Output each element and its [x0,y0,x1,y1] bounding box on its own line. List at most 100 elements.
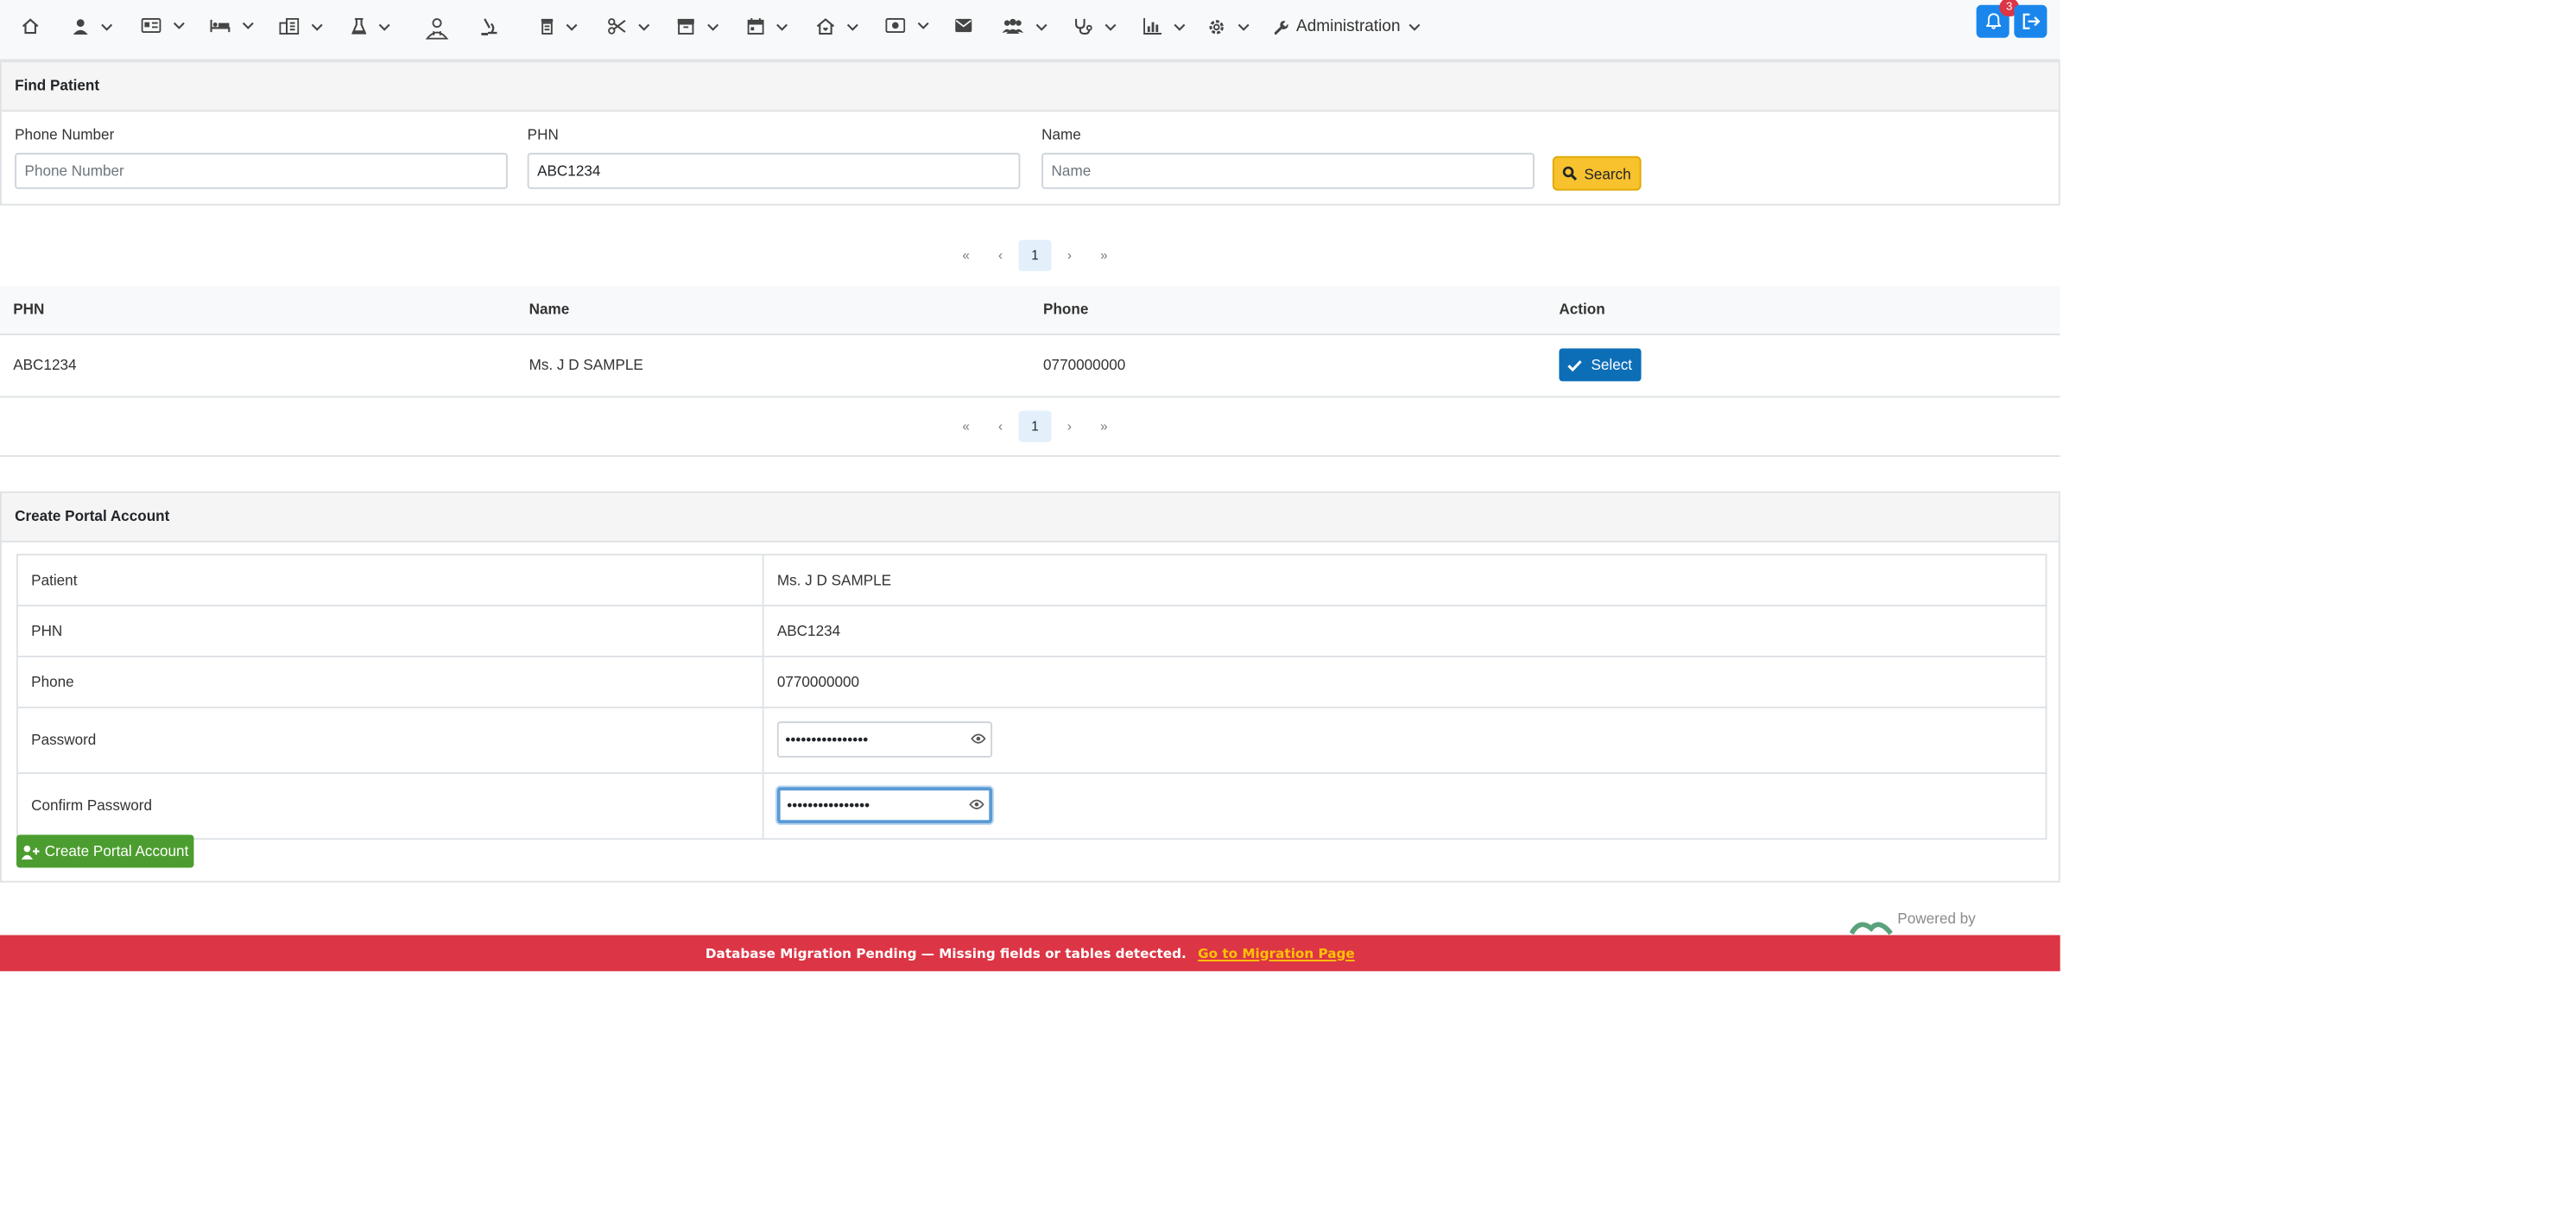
portal-form-table: Patient Ms. J D SAMPLE PHN ABC1234 Phone… [16,554,2048,841]
confirm-password-input[interactable]: •••••••••••••••• [776,787,993,824]
create-button-label: Create Portal Account [44,842,189,860]
next-page-button[interactable]: › [1053,240,1085,271]
powered-by-text: Powered by [1897,910,1976,927]
nav-lab-menu[interactable] [351,17,391,35]
user-icon [73,19,88,35]
chevron-down-icon [173,22,185,29]
patient-label: Patient [31,572,78,589]
phone-label: Phone [31,673,74,691]
nav-pathology-menu[interactable] [480,18,498,36]
nav-messages[interactable] [954,18,972,33]
column-header-name[interactable]: Name [529,286,570,333]
last-page-button[interactable]: » [1087,240,1120,271]
chevron-down-icon [566,22,578,30]
password-input[interactable]: •••••••••••••••• [776,721,993,758]
next-page-button[interactable]: › [1053,411,1085,442]
phone-value: 0770000000 [776,673,860,691]
phn-value: ABC1234 [776,623,841,640]
last-page-button[interactable]: » [1087,411,1120,442]
eye-icon[interactable] [971,733,986,744]
search-button[interactable]: Search [1552,155,1642,191]
nav-appointment-menu[interactable] [747,17,789,35]
row-phone: 0770000000 [1043,356,1126,373]
create-portal-account-title: Create Portal Account [1,492,2059,542]
column-header-phn[interactable]: PHN [13,286,44,333]
name-input[interactable] [1041,152,1535,189]
create-portal-account-button[interactable]: Create Portal Account [16,834,194,868]
chevron-down-icon [311,22,323,30]
administration-label: Administration [1296,17,1401,36]
phn-label: PHN [31,623,63,640]
chevron-down-icon [707,22,719,30]
nav-doctor-menu[interactable] [425,18,449,40]
calendar-icon [747,17,764,35]
search-icon [1563,166,1578,181]
chevron-down-icon [1035,22,1047,30]
nav-theatre-menu[interactable] [608,18,650,35]
paginator-bottom: « ‹ 1 › » [950,410,1123,442]
column-header-phone[interactable]: Phone [1043,286,1088,333]
password-mask: •••••••••••••••• [785,731,869,748]
form-row-phn: PHN ABC1234 [17,606,2046,657]
nav-clinical-menu[interactable] [1074,18,1117,35]
home-icon[interactable] [22,18,40,35]
nav-clinic-menu[interactable] [279,17,323,35]
users-icon [1002,18,1024,34]
nav-pharmacy-menu[interactable] [541,18,579,35]
wrench-icon [1274,20,1288,35]
paginator-top: « ‹ 1 › » [950,239,1123,271]
chevron-down-icon [846,22,858,30]
password-label: Password [31,731,97,748]
row-name: Ms. J D SAMPLE [528,356,643,373]
chevron-down-icon [1409,23,1421,31]
prescription-bottle-icon [541,18,554,35]
prev-page-button[interactable]: ‹ [984,411,1017,442]
microscope-icon [481,18,497,35]
eye-icon[interactable] [969,799,984,810]
archive-icon [677,18,694,35]
page-1-button[interactable]: 1 [1018,410,1052,442]
column-header-action: Action [1559,301,1605,318]
page-1-button[interactable]: 1 [1018,239,1052,271]
nav-inward-menu[interactable] [210,18,255,33]
chevron-down-icon [242,22,254,29]
first-page-button[interactable]: « [950,411,983,442]
nav-store-menu[interactable] [677,18,719,35]
create-portal-account-panel: Create Portal Account Patient Ms. J D SA… [0,491,2060,883]
phone-number-input[interactable] [15,152,508,189]
confirm-password-mask: •••••••••••••••• [787,796,870,814]
form-row-phone: Phone 0770000000 [17,657,2046,708]
prev-page-button[interactable]: ‹ [984,240,1017,271]
id-card-icon [141,17,161,34]
chevron-down-icon [101,22,113,30]
top-navbar: Administration 3 [0,0,2060,61]
logout-icon [2022,13,2040,29]
nav-administration-menu[interactable]: Administration [1273,18,1421,36]
chevron-down-icon [917,22,929,29]
chevron-down-icon [1174,22,1186,30]
nav-settings-menu[interactable] [1207,18,1250,36]
logout-button[interactable] [2014,4,2048,38]
migration-page-link[interactable]: Go to Migration Page [1198,946,1355,961]
gear-icon [1209,20,1224,35]
nav-hr-menu[interactable] [1002,18,1047,35]
divider [0,454,2060,457]
chevron-down-icon [1237,23,1250,31]
bell-icon [1985,13,2001,29]
building-icon [279,17,300,35]
nav-homecare-menu[interactable] [816,18,859,35]
patient-value: Ms. J D SAMPLE [776,572,892,589]
stethoscope-icon [1075,18,1092,35]
money-icon [885,17,906,34]
nav-opd-menu[interactable] [141,17,186,34]
nav-reports-menu[interactable] [1143,17,1186,35]
chevron-down-icon [378,22,390,30]
select-button-label: Select [1591,356,1633,373]
phn-input[interactable] [527,152,1021,189]
nav-cashier-menu[interactable] [885,17,929,34]
chart-icon [1143,17,1162,35]
first-page-button[interactable]: « [950,240,983,271]
check-icon [1568,359,1583,371]
select-patient-button[interactable]: Select [1559,348,1642,382]
nav-patient-menu[interactable] [73,18,114,35]
